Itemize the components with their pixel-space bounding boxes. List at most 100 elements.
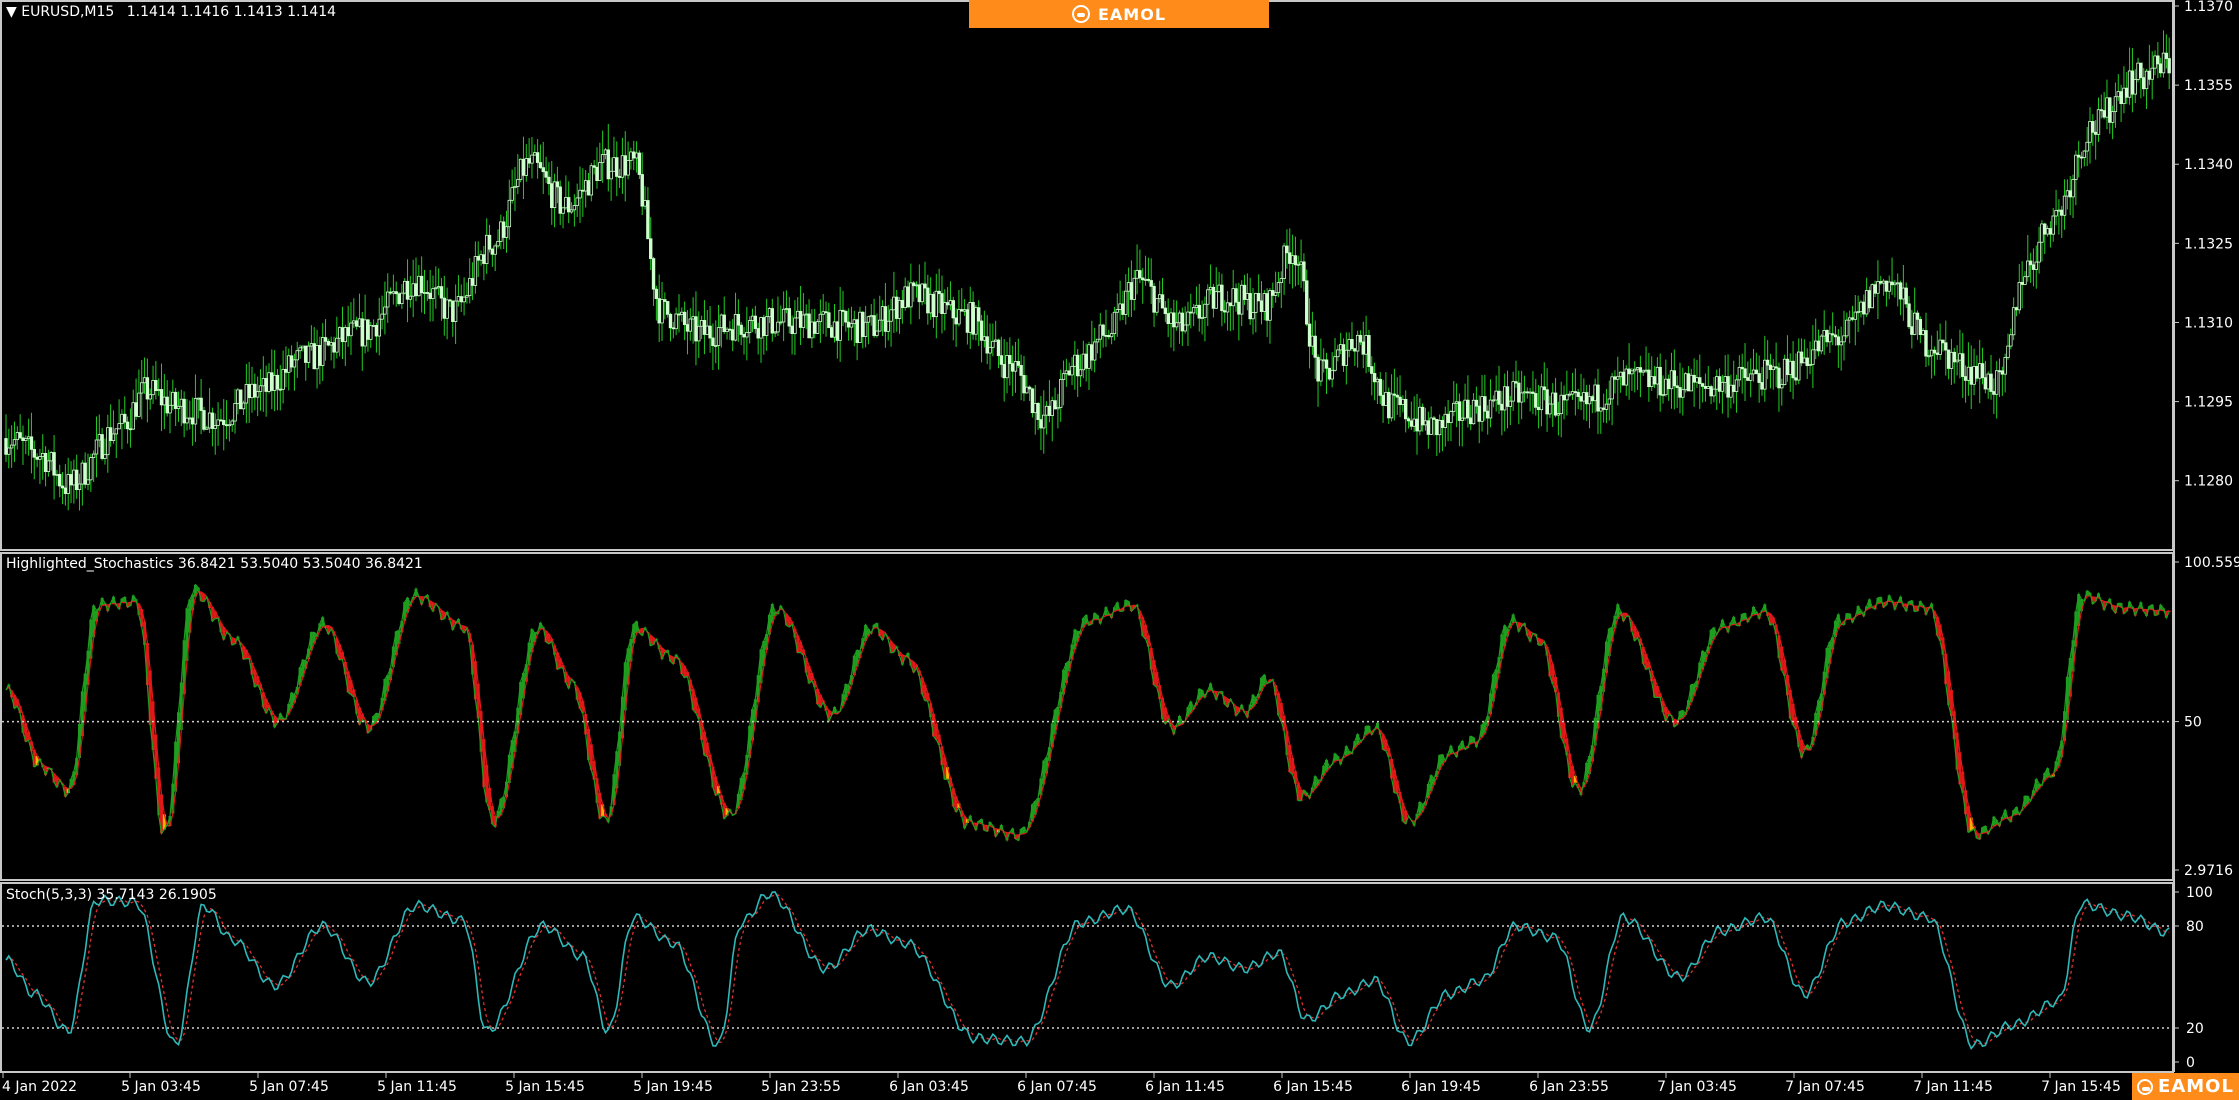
candle-body	[422, 292, 427, 294]
candle-body	[731, 329, 735, 341]
candle-body	[374, 324, 379, 337]
candle-body	[518, 158, 523, 180]
candle-body	[1124, 290, 1128, 315]
candle-body	[773, 331, 777, 334]
candle-body	[1406, 418, 1411, 422]
candle-body	[417, 275, 421, 297]
candle-body	[866, 316, 871, 323]
candle-body	[205, 427, 209, 430]
candle-body	[2014, 307, 2019, 311]
candle-body	[2003, 357, 2007, 375]
candle-body	[414, 283, 418, 297]
time-tick-label: 6 Jan 07:45	[1017, 1079, 1097, 1095]
candle-body	[2034, 261, 2038, 270]
candle-body	[411, 283, 415, 297]
candle-body	[807, 313, 811, 339]
candle-body	[1234, 288, 1238, 303]
candle-body	[615, 157, 619, 177]
candle-body	[1658, 366, 1662, 396]
collapse-triangle-icon[interactable]: ▼	[6, 4, 17, 20]
candle-body	[671, 327, 676, 330]
brand-badge[interactable]: EAMOL	[2132, 1073, 2239, 1100]
candle-body	[1491, 399, 1496, 402]
candle-body	[2037, 241, 2041, 263]
candle-body	[1785, 358, 1790, 375]
candle-body	[190, 417, 195, 425]
candle-body	[747, 320, 752, 333]
candle-body	[855, 319, 859, 343]
candle-body	[1293, 255, 1298, 266]
candle-body	[4, 438, 8, 455]
candle-body	[813, 321, 817, 334]
candle-body	[1678, 387, 1682, 398]
candle-body	[680, 311, 684, 315]
candle-body	[1723, 376, 1727, 383]
brand-banner[interactable]: EAMOL	[969, 0, 1269, 28]
candle-body	[2093, 131, 2098, 135]
candle-body	[1782, 358, 1787, 386]
candle-body	[1160, 294, 1165, 309]
candle-body	[606, 149, 610, 180]
candle-body	[651, 258, 656, 290]
candle-body	[1189, 311, 1193, 314]
candle-body	[1146, 278, 1151, 281]
candle-body	[1112, 311, 1117, 335]
candle-body	[764, 316, 769, 336]
candle-body	[275, 374, 280, 390]
candle-body	[1856, 311, 1860, 314]
candle-body	[329, 342, 333, 346]
candle-body	[1092, 341, 1097, 361]
candle-body	[982, 336, 987, 341]
candle-body	[781, 308, 786, 323]
candle-body	[886, 320, 890, 332]
candle-body	[736, 314, 741, 326]
candle-body	[674, 313, 678, 330]
brand-logo-icon	[2137, 1078, 2154, 1095]
candle-body	[914, 284, 919, 287]
candle-body	[1717, 376, 1722, 392]
candle-body	[94, 439, 99, 455]
candle-body	[151, 380, 155, 396]
candle-body	[69, 474, 73, 486]
candle-body	[1126, 282, 1131, 292]
candle-body	[1814, 340, 1818, 351]
candle-body	[148, 394, 152, 400]
candle-body	[1683, 373, 1688, 391]
candle-body	[120, 413, 124, 425]
candle-body	[581, 189, 585, 192]
candle-body	[903, 286, 907, 308]
candle-body	[1242, 284, 1247, 300]
candle-body	[1463, 399, 1467, 419]
candle-body	[1802, 357, 1807, 364]
candle-body	[114, 428, 118, 435]
candle-body	[1486, 410, 1490, 419]
candle-body	[654, 288, 659, 299]
chart-canvas[interactable]: 1.1370 1.1355 1.1340 1.1325 1.1310 1.1295 1.12…	[0, 0, 2239, 1100]
candle-body	[1978, 363, 1982, 379]
candle-body	[895, 296, 899, 319]
candle-body	[965, 309, 970, 333]
candle-body	[1686, 373, 1691, 392]
candle-body	[1760, 382, 1764, 390]
candle-body	[1887, 281, 1891, 292]
candle-body	[951, 300, 955, 319]
candle-body	[1307, 323, 1312, 347]
candle-body	[1822, 330, 1826, 337]
time-tick-label: 6 Jan 23:55	[1529, 1079, 1609, 1095]
candle-body	[2076, 154, 2081, 158]
candle-body	[906, 286, 910, 308]
candle-body	[1223, 310, 1227, 313]
candle-body	[1641, 370, 1645, 373]
candle-body	[880, 306, 885, 321]
candle-body	[80, 462, 85, 485]
time-tick-label: 5 Jan 19:45	[633, 1079, 713, 1095]
candle-body	[1333, 356, 1337, 371]
candle-body	[1350, 339, 1354, 350]
candle-body	[1562, 394, 1566, 401]
candle-body	[1751, 369, 1756, 375]
candle-body	[1313, 335, 1317, 358]
candle-body	[1847, 317, 1852, 321]
candle-body	[2105, 97, 2109, 118]
time-tick-label: 4 Jan 2022	[2, 1079, 77, 1095]
candle-body	[496, 240, 500, 247]
